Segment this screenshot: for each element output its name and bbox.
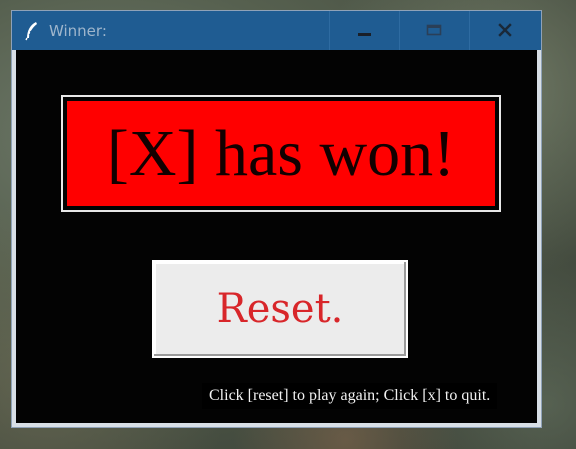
- maximize-button[interactable]: [400, 11, 470, 50]
- window-content: [X] has won! Reset. Click [reset] to pla…: [16, 50, 537, 423]
- reset-button-label: Reset.: [216, 286, 344, 332]
- winner-banner-fill: [X] has won!: [67, 101, 495, 206]
- close-button[interactable]: [470, 11, 541, 50]
- minimize-button[interactable]: [330, 11, 400, 50]
- winner-window: Winner: [X] has won! Reset. Click [reset…: [11, 10, 542, 428]
- feather-icon: [25, 22, 37, 41]
- minimize-icon: [358, 33, 371, 36]
- reset-button[interactable]: Reset.: [152, 260, 408, 358]
- maximize-icon: [426, 24, 442, 36]
- winner-banner: [X] has won!: [61, 95, 501, 212]
- window-title: Winner:: [49, 22, 107, 40]
- hint-label: Click [reset] to play again; Click [x] t…: [202, 383, 498, 409]
- title-bar[interactable]: Winner:: [12, 11, 541, 50]
- winner-message: [X] has won!: [106, 116, 456, 190]
- close-icon: [498, 23, 512, 37]
